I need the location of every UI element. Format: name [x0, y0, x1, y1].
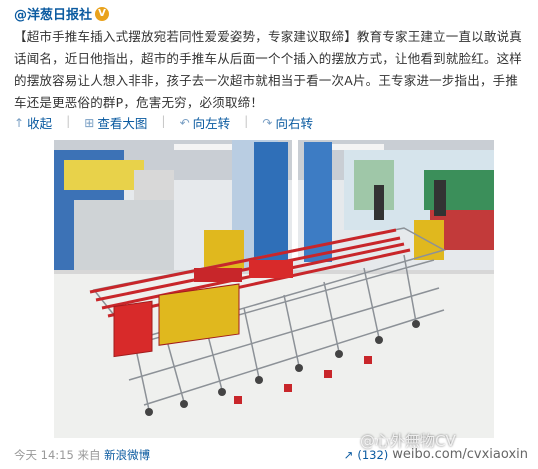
source-label: 来自	[77, 448, 101, 462]
shopping-carts-photo	[54, 140, 494, 438]
forward-icon: ↗	[343, 447, 354, 462]
forward-area[interactable]: ↗ (132) weibo.com/cvxiaoxin	[344, 447, 528, 462]
rotate-left-button[interactable]: ↶ 向左转	[180, 113, 231, 132]
rotate-right-label[interactable]: 向右转	[275, 113, 313, 132]
rotate-left-icon: ↶	[179, 115, 190, 130]
author-name[interactable]: @洋葱日报社 V	[14, 4, 110, 23]
post-time-text[interactable]: 今天 14:15	[14, 448, 74, 462]
source-link[interactable]: 新浪微博	[104, 448, 150, 462]
watermark-url: weibo.com/cvxiaoxin	[392, 447, 528, 462]
rotate-left-label[interactable]: 向左转	[193, 113, 231, 132]
action-divider: |	[161, 113, 166, 128]
image-actions-bar: ↑ 收起 | ⊞ 查看大图 | ↶ 向左转 | ↷ 向右转	[14, 113, 313, 132]
collapse-button[interactable]: ↑ 收起	[14, 113, 52, 132]
rotate-right-icon: ↷	[262, 115, 273, 130]
post-footer: 今天 14:15 来自 新浪微博 ↗ (132) weibo.com/cvxia…	[14, 447, 528, 465]
action-divider: |	[66, 113, 71, 128]
verified-badge-icon: V	[95, 6, 110, 21]
collapse-label[interactable]: 收起	[27, 113, 52, 132]
view-large-label[interactable]: 查看大图	[97, 113, 147, 132]
arrow-up-icon: ↑	[14, 115, 25, 130]
post-time: 今天 14:15 来自 新浪微博	[14, 447, 150, 463]
post-text: 【超市手推车插入式摆放宛若同性爱爱姿势，专家建议取缔】教育专家王建立一直以敢说真…	[14, 29, 523, 110]
rotate-right-button[interactable]: ↷ 向右转	[262, 113, 313, 132]
view-large-button[interactable]: ⊞ 查看大图	[84, 113, 147, 132]
action-divider: |	[244, 113, 249, 128]
forward-count[interactable]: (132)	[357, 448, 388, 462]
post-image[interactable]	[54, 140, 494, 438]
zoom-icon: ⊞	[84, 115, 95, 130]
author-name-text[interactable]: @洋葱日报社	[14, 4, 92, 23]
